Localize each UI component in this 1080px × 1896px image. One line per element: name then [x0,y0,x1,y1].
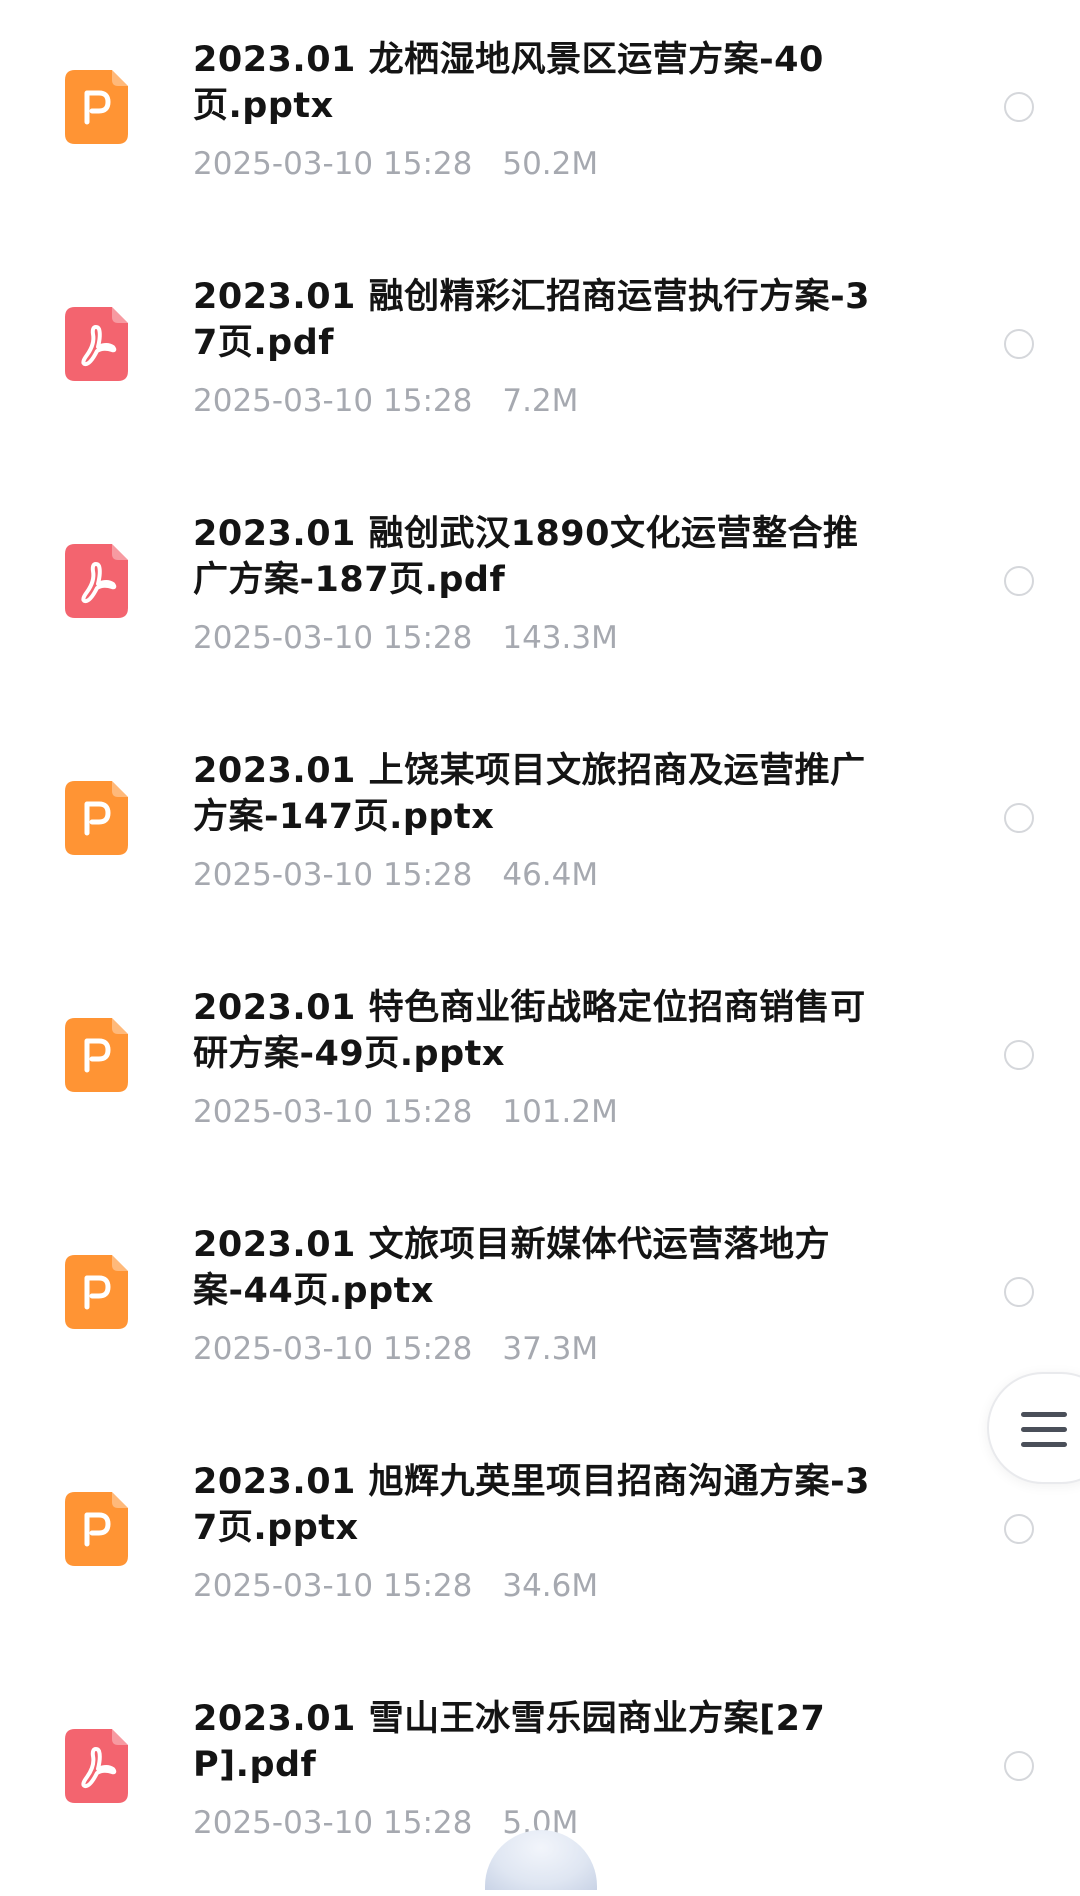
select-radio[interactable] [1004,329,1034,359]
ppt-file-icon [65,781,128,855]
file-date: 2025-03-10 15:28 [193,857,473,893]
file-name: 2023.01 旭辉九英里项目招商沟通方案-37页.pptx [193,1462,870,1548]
file-row[interactable]: 2023.01 融创精彩汇招商运营执行方案-37页.pdf 2025-03-10 … [0,237,1080,474]
file-date: 2025-03-10 15:28 [193,146,473,182]
ppt-file-icon [65,1255,128,1329]
file-date: 2025-03-10 15:28 [193,1568,473,1604]
file-size: 7.2M [502,383,579,419]
file-size: 46.4M [502,857,599,893]
file-meta: 2025-03-10 15:28 143.3M [193,620,618,656]
select-radio[interactable] [1004,92,1034,122]
file-date: 2025-03-10 15:28 [193,1331,473,1367]
file-row[interactable]: 2023.01 旭辉九英里项目招商沟通方案-37页.pptx 2025-03-10… [0,1422,1080,1659]
file-date: 2025-03-10 15:28 [193,383,473,419]
select-radio[interactable] [1004,803,1034,833]
file-row[interactable]: 2023.01 龙栖湿地风景区运营方案-40页.pptx 2025-03-10 1… [0,0,1080,237]
file-date: 2025-03-10 15:28 [193,1094,473,1130]
file-name: 2023.01 上饶某项目文旅招商及运营推广方案-147页.pptx [193,751,866,837]
file-name: 2023.01 融创精彩汇招商运营执行方案-37页.pdf [193,277,870,363]
file-size: 34.6M [502,1568,599,1604]
file-name: 2023.01 雪山王冰雪乐园商业方案[27P].pdf [193,1699,826,1785]
file-meta: 2025-03-10 15:28 37.3M [193,1331,598,1367]
file-name: 2023.01 文旅项目新媒体代运营落地方案-44页.pptx [193,1225,831,1311]
file-size: 50.2M [502,146,599,182]
menu-icon-bar [1021,1442,1067,1447]
menu-icon [1021,1412,1067,1417]
menu-icon-bar [1021,1427,1067,1432]
ppt-file-icon [65,70,128,144]
pdf-file-icon [65,307,128,381]
file-row[interactable]: 2023.01 融创武汉1890文化运营整合推广方案-187页.pdf 2025-… [0,474,1080,711]
file-row[interactable]: 2023.01 上饶某项目文旅招商及运营推广方案-147页.pptx 2025-0… [0,711,1080,948]
file-size: 37.3M [502,1331,599,1367]
select-radio[interactable] [1004,566,1034,596]
file-meta: 2025-03-10 15:28 101.2M [193,1094,618,1130]
file-date: 2025-03-10 15:28 [193,620,473,656]
file-meta: 2025-03-10 15:28 46.4M [193,857,598,893]
file-name: 2023.01 特色商业街战略定位招商销售可研方案-49页.pptx [193,988,866,1074]
file-name: 2023.01 龙栖湿地风景区运营方案-40页.pptx [193,40,824,126]
pdf-file-icon [65,1729,128,1803]
select-radio[interactable] [1004,1514,1034,1544]
file-row[interactable]: 2023.01 特色商业街战略定位招商销售可研方案-49页.pptx 2025-0… [0,948,1080,1185]
select-radio[interactable] [1004,1040,1034,1070]
select-radio[interactable] [1004,1277,1034,1307]
file-name: 2023.01 融创武汉1890文化运营整合推广方案-187页.pdf [193,514,859,600]
file-size: 101.2M [502,1094,618,1130]
file-meta: 2025-03-10 15:28 34.6M [193,1568,598,1604]
file-date: 2025-03-10 15:28 [193,1805,473,1841]
file-row[interactable]: 2023.01 文旅项目新媒体代运营落地方案-44页.pptx 2025-03-1… [0,1185,1080,1422]
select-radio[interactable] [1004,1751,1034,1781]
pdf-file-icon [65,544,128,618]
ppt-file-icon [65,1018,128,1092]
file-meta: 2025-03-10 15:28 7.2M [193,383,578,419]
ppt-file-icon [65,1492,128,1566]
file-meta: 2025-03-10 15:28 50.2M [193,146,598,182]
file-size: 143.3M [502,620,618,656]
